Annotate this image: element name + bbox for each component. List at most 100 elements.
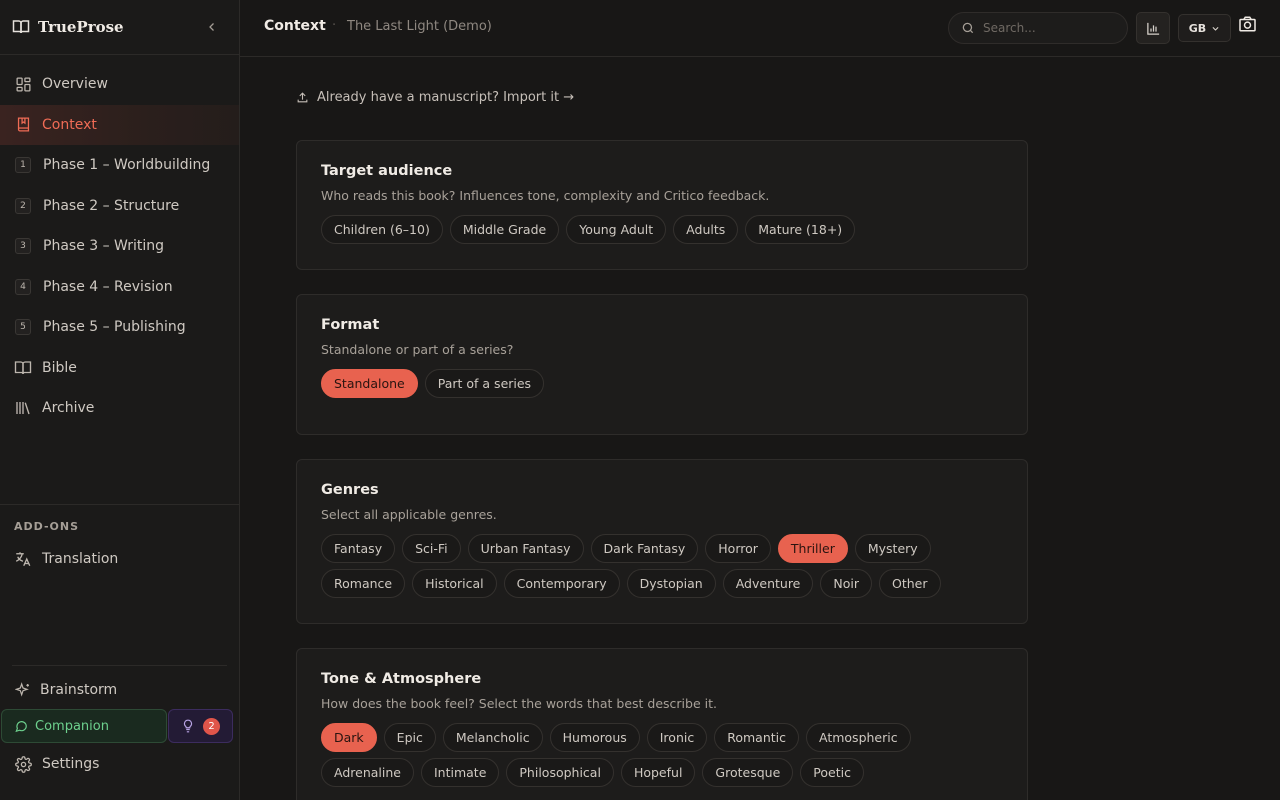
sidebar-item-phase-2[interactable]: 2 Phase 2 – Structure [0,186,239,227]
sidebar-item-bible[interactable]: Bible [0,348,239,389]
option-chip[interactable]: Intimate [420,758,500,787]
sidebar-item-translation[interactable]: Translation [0,539,239,580]
option-chip[interactable]: Hopeful [620,758,696,787]
option-chip[interactable]: Dark Fantasy [590,534,699,563]
option-chip[interactable]: Epic [383,723,436,752]
sidebar-item-archive[interactable]: Archive [0,388,239,429]
open-book-icon [14,359,32,377]
sidebar-item-label: Context [42,116,97,133]
import-manuscript-link[interactable]: Already have a manuscript? Import it → [296,90,574,105]
chevron-left-icon [209,23,214,31]
chevron-down-icon [1212,26,1219,31]
option-chip[interactable]: Young Adult [566,215,667,244]
collapse-sidebar-button[interactable] [203,18,221,36]
option-chip[interactable]: Middle Grade [449,215,560,244]
option-chip[interactable]: Horror [705,534,771,563]
option-chip[interactable]: Dark [321,723,377,752]
option-chip[interactable]: Historical [412,569,497,598]
stats-button[interactable] [1136,12,1170,44]
card-subtitle: How does the book feel? Select the words… [321,696,717,711]
card-tone-atmosphere: Tone & Atmosphere How does the book feel… [296,648,1028,800]
screenshot-button[interactable] [1237,14,1257,34]
option-chip[interactable]: Mature (18+) [745,215,856,244]
grid-icon [14,75,32,93]
option-chip[interactable]: Atmospheric [806,723,911,752]
sidebar-item-label: Bible [42,359,77,376]
option-chip[interactable]: Standalone [321,369,418,398]
option-chip[interactable]: Humorous [549,723,640,752]
card-subtitle: Standalone or part of a series? [321,342,514,357]
option-chip[interactable]: Ironic [646,723,708,752]
card-subtitle: Who reads this book? Influences tone, co… [321,188,770,203]
option-chip[interactable]: Adventure [722,569,814,598]
addons-title: ADD-ONS [14,520,80,533]
sidebar-item-label: Phase 5 – Publishing [43,319,186,336]
phase-number-badge: 4 [15,278,31,295]
option-chip[interactable]: Thriller [777,534,848,563]
card-title: Format [321,317,380,333]
app-name: TrueProse [38,18,124,36]
breadcrumb-separator: · [332,18,337,33]
sidebar-item-label: Translation [42,551,119,568]
option-chip[interactable]: Dystopian [626,569,716,598]
option-chip[interactable]: Children (6–10) [321,215,443,244]
tips-count-badge: 2 [203,717,220,735]
option-chip[interactable]: Poetic [800,758,864,787]
sidebar-item-label: Archive [42,400,95,417]
book-bookmark-icon [14,116,32,134]
card-format: Format Standalone or part of a series? S… [296,294,1028,435]
option-chip[interactable]: Urban Fantasy [467,534,584,563]
sidebar: TrueProse Overview Context 1 Phase 1 – W… [0,0,240,800]
sidebar-item-phase-5[interactable]: 5 Phase 5 – Publishing [0,307,239,348]
brainstorm-button[interactable]: Brainstorm [0,672,239,708]
library-icon [14,399,32,417]
option-chip[interactable]: Romance [321,569,406,598]
sidebar-item-label: Overview [42,76,108,93]
card-title: Tone & Atmosphere [321,671,482,687]
camera-icon [1238,16,1256,32]
settings-label: Settings [42,756,100,772]
option-chip[interactable]: Grotesque [702,758,794,787]
phase-number-badge: 3 [15,238,31,255]
option-chip[interactable]: Melancholic [442,723,543,752]
settings-button[interactable]: Settings [0,746,239,782]
option-chip[interactable]: Contemporary [503,569,620,598]
tips-button[interactable]: 2 [168,709,233,743]
language-selector[interactable]: GB [1178,14,1231,42]
option-chip[interactable]: Romantic [714,723,799,752]
option-chip[interactable]: Adrenaline [321,758,414,787]
lightbulb-icon [183,719,193,733]
translate-icon [14,550,32,568]
sidebar-item-overview[interactable]: Overview [0,64,239,105]
option-chip[interactable]: Other [879,569,941,598]
sidebar-item-label: Phase 2 – Structure [43,197,180,214]
phase-number-badge: 2 [15,197,31,214]
search-icon [962,22,974,34]
option-chip[interactable]: Part of a series [424,369,545,398]
option-chip[interactable]: Adults [673,215,739,244]
option-chip[interactable]: Sci-Fi [402,534,461,563]
search-input[interactable] [983,21,1113,35]
option-chip[interactable]: Noir [820,569,872,598]
card-target-audience: Target audience Who reads this book? Inf… [296,140,1028,270]
companion-button[interactable]: Companion [1,709,167,743]
sidebar-item-phase-4[interactable]: 4 Phase 4 – Revision [0,267,239,308]
card-title: Genres [321,482,379,498]
bar-chart-icon [1146,22,1159,35]
import-text: Already have a manuscript? Import it → [317,90,575,105]
search-box [948,12,1128,44]
option-chip[interactable]: Philosophical [506,758,614,787]
option-chips: Dark Epic Melancholic Humorous Ironic Romanti… [321,723,1003,787]
card-subtitle: Select all applicable genres. [321,507,497,522]
sidebar-item-label: Phase 1 – Worldbuilding [43,157,211,174]
project-name: The Last Light (Demo) [347,19,492,34]
sidebar-item-phase-3[interactable]: 3 Phase 3 – Writing [0,226,239,267]
language-label: GB [1188,21,1207,35]
page-title: Context [264,18,326,34]
sidebar-item-phase-1[interactable]: 1 Phase 1 – Worldbuilding [0,145,239,186]
sidebar-item-context[interactable]: Context [0,104,239,145]
sidebar-nav: Overview Context 1 Phase 1 – Worldbuildi… [0,55,239,429]
upload-icon [297,92,308,103]
option-chip[interactable]: Fantasy [321,534,396,563]
option-chip[interactable]: Mystery [854,534,931,563]
